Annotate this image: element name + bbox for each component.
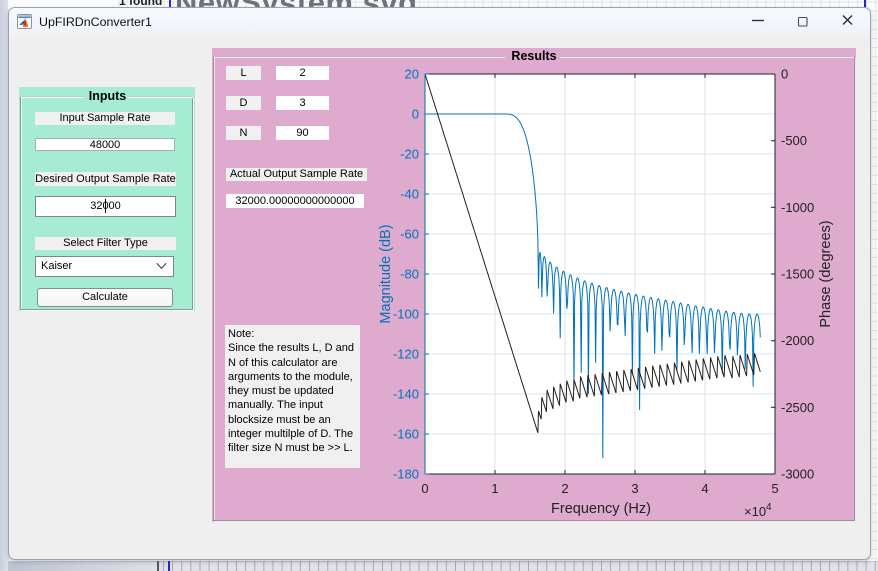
svg-text:4: 4 bbox=[701, 481, 708, 496]
svg-text:-2000: -2000 bbox=[781, 333, 814, 348]
svg-text:1: 1 bbox=[491, 481, 498, 496]
svg-text:5: 5 bbox=[771, 481, 778, 496]
svg-text:×10: ×10 bbox=[744, 504, 766, 519]
svg-text:-40: -40 bbox=[400, 187, 419, 202]
svg-text:2: 2 bbox=[561, 481, 568, 496]
svg-text:-80: -80 bbox=[400, 267, 419, 282]
svg-text:Phase (degrees): Phase (degrees) bbox=[818, 220, 834, 327]
svg-text:-1500: -1500 bbox=[781, 267, 814, 282]
svg-text:0: 0 bbox=[421, 481, 428, 496]
svg-text:-100: -100 bbox=[393, 307, 419, 322]
svg-text:-3000: -3000 bbox=[781, 467, 814, 482]
svg-text:4: 4 bbox=[766, 502, 772, 513]
svg-text:-120: -120 bbox=[393, 347, 419, 362]
svg-text:-60: -60 bbox=[400, 227, 419, 242]
svg-text:-160: -160 bbox=[393, 427, 419, 442]
svg-text:Frequency (Hz): Frequency (Hz) bbox=[551, 501, 651, 517]
svg-text:-2500: -2500 bbox=[781, 400, 814, 415]
svg-text:-500: -500 bbox=[781, 133, 807, 148]
svg-text:-180: -180 bbox=[393, 467, 419, 482]
svg-text:Magnitude (dB): Magnitude (dB) bbox=[378, 224, 394, 323]
svg-text:20: 20 bbox=[405, 67, 419, 82]
svg-text:-1000: -1000 bbox=[781, 200, 814, 215]
svg-text:-140: -140 bbox=[393, 387, 419, 402]
svg-text:0: 0 bbox=[412, 107, 419, 122]
svg-text:-20: -20 bbox=[400, 147, 419, 162]
svg-text:3: 3 bbox=[631, 481, 638, 496]
svg-text:0: 0 bbox=[781, 67, 788, 82]
